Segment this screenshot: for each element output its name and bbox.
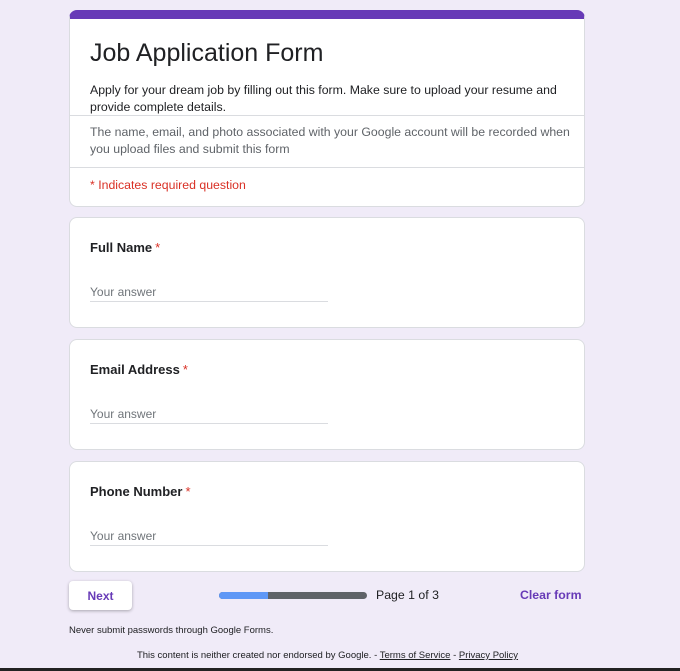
account-notice: The name, email, and photo associated wi… bbox=[90, 125, 570, 156]
question-label: Email Address bbox=[90, 362, 180, 377]
progress-fill bbox=[219, 592, 268, 599]
form-description: Apply for your dream job by filling out … bbox=[90, 83, 557, 114]
question-full-name: Full Name * bbox=[69, 217, 585, 328]
form-title: Job Application Form bbox=[90, 39, 324, 67]
divider bbox=[70, 167, 584, 168]
disclaimer: This content is neither created nor endo… bbox=[136, 650, 380, 661]
email-input[interactable] bbox=[90, 404, 328, 424]
required-star: * bbox=[155, 240, 161, 255]
separator: - bbox=[450, 650, 459, 661]
terms-link[interactable]: Terms of Service bbox=[380, 650, 451, 661]
password-warning: Never submit passwords through Google Fo… bbox=[69, 625, 274, 636]
page-indicator: Page 1 of 3 bbox=[376, 588, 439, 602]
phone-input[interactable] bbox=[90, 526, 328, 546]
required-note: * Indicates required question bbox=[90, 178, 246, 192]
question-email: Email Address * bbox=[69, 339, 585, 450]
footer: This content is neither created nor endo… bbox=[0, 650, 655, 661]
clear-form-button[interactable]: Clear form bbox=[520, 588, 582, 602]
privacy-link[interactable]: Privacy Policy bbox=[459, 650, 518, 661]
required-star: * bbox=[185, 484, 191, 499]
progress-bar bbox=[219, 592, 367, 599]
form-header-card: Job Application Form Apply for your drea… bbox=[69, 10, 585, 207]
question-phone: Phone Number * bbox=[69, 461, 585, 572]
question-label: Full Name bbox=[90, 240, 153, 255]
full-name-input[interactable] bbox=[90, 282, 328, 302]
question-label: Phone Number bbox=[90, 484, 183, 499]
next-button[interactable]: Next bbox=[69, 581, 132, 610]
divider bbox=[70, 115, 584, 116]
required-star: * bbox=[182, 362, 188, 377]
